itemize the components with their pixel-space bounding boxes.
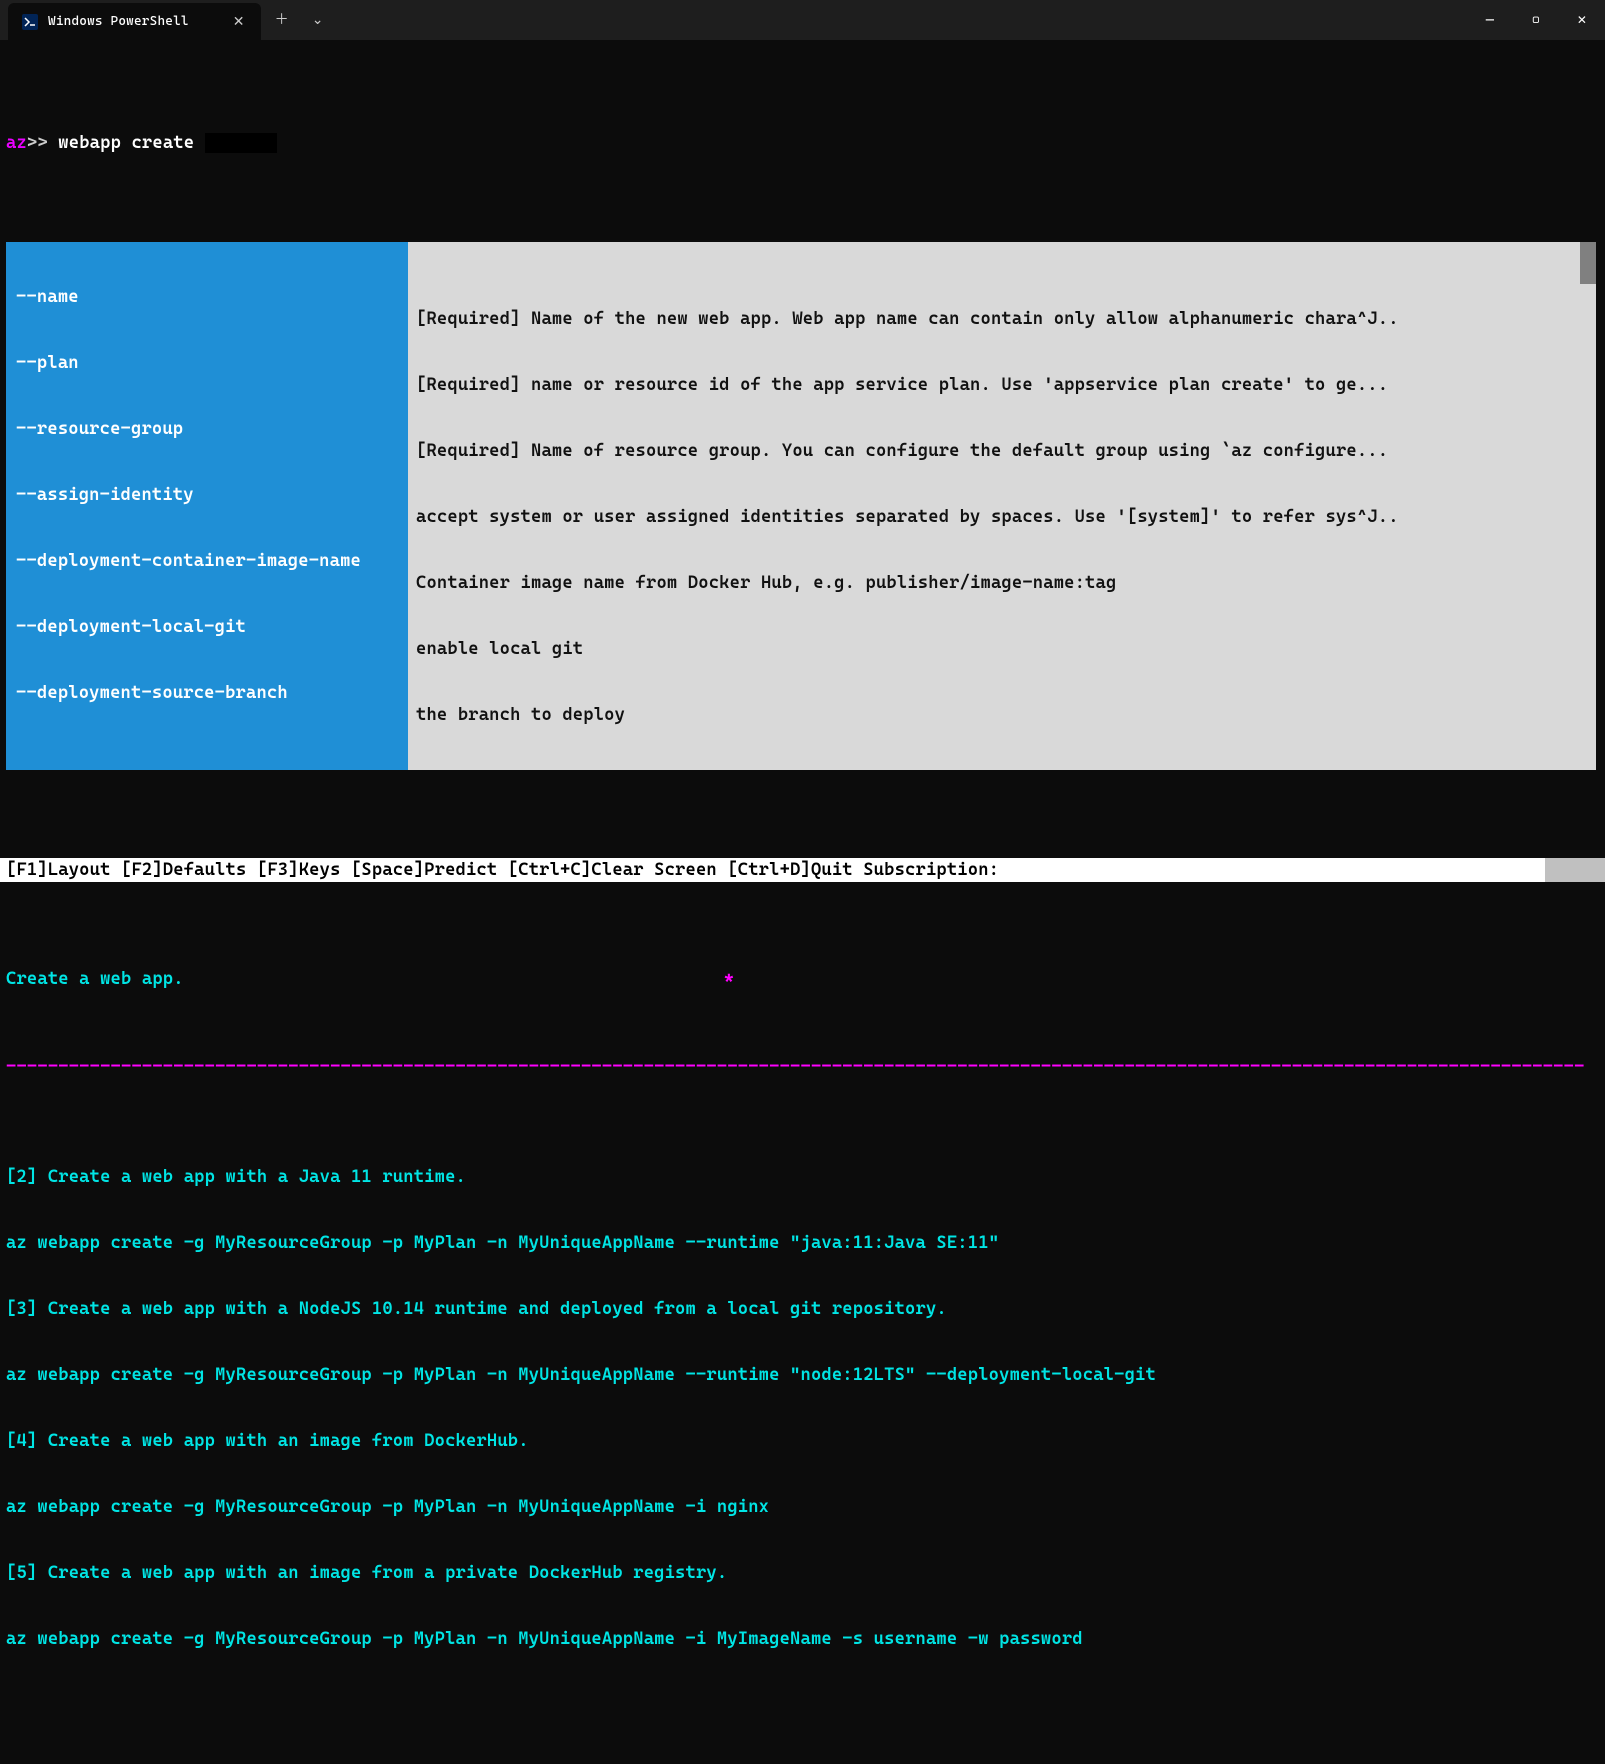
param-desc: enable local git: [416, 638, 1588, 660]
param-desc: the branch to deploy: [416, 704, 1588, 726]
tab-powershell[interactable]: Windows PowerShell ✕: [8, 3, 261, 41]
example-cmd: az webapp create -g MyResourceGroup -p M…: [6, 1232, 1599, 1254]
param-option[interactable]: --deployment-source-branch: [16, 682, 398, 704]
param-desc: accept system or user assigned identitie…: [416, 506, 1588, 528]
example-title: [4] Create a web app with an image from …: [6, 1430, 1599, 1452]
blank-line: [6, 1716, 1599, 1738]
param-option[interactable]: --plan: [16, 352, 398, 374]
summary-line: Create a web app. *: [6, 968, 1599, 990]
example-title: [3] Create a web app with a NodeJS 10.14…: [6, 1298, 1599, 1320]
param-desc: [Required] Name of resource group. You c…: [416, 440, 1588, 462]
titlebar: Windows PowerShell ✕ ＋ ⌄ ─ ▢ ✕: [0, 0, 1605, 40]
minimize-icon[interactable]: ─: [1467, 0, 1513, 40]
tab-dropdown-icon[interactable]: ⌄: [303, 5, 333, 35]
powershell-icon: [22, 14, 38, 30]
autocomplete-params[interactable]: --name --plan --resource-group --assign-…: [6, 242, 408, 770]
tab-title: Windows PowerShell: [48, 11, 189, 33]
example-title: [5] Create a web app with an image from …: [6, 1562, 1599, 1584]
summary-text: Create a web app.: [6, 969, 184, 989]
param-option[interactable]: --deployment-local-git: [16, 616, 398, 638]
prompt-line[interactable]: az>> webapp create: [6, 132, 1599, 154]
terminal[interactable]: az>> webapp create --name --plan --resou…: [0, 40, 1605, 1764]
divider: ----------------------------------------…: [6, 1056, 1599, 1078]
example-title: [2] Create a web app with a Java 11 runt…: [6, 1166, 1599, 1188]
bottom-scrollbar[interactable]: [1545, 858, 1605, 882]
new-tab-button[interactable]: ＋: [267, 5, 297, 35]
autocomplete-scrollbar[interactable]: [1580, 242, 1596, 284]
example-cmd: az webapp create -g MyResourceGroup -p M…: [6, 1364, 1599, 1386]
close-window-icon[interactable]: ✕: [1559, 0, 1605, 40]
param-desc: Container image name from Docker Hub, e.…: [416, 572, 1588, 594]
param-desc: [Required] Name of the new web app. Web …: [416, 308, 1588, 330]
prompt-prefix: az: [6, 133, 27, 153]
example-cmd: az webapp create -g MyResourceGroup -p M…: [6, 1496, 1599, 1518]
window-controls: ─ ▢ ✕: [1467, 0, 1605, 40]
param-option[interactable]: --deployment-container-image-name: [16, 550, 398, 572]
close-tab-icon[interactable]: ✕: [229, 12, 249, 32]
param-desc: [Required] name or resource id of the ap…: [416, 374, 1588, 396]
autocomplete-descs: [Required] Name of the new web app. Web …: [408, 242, 1596, 770]
param-option[interactable]: --name: [16, 286, 398, 308]
bottom-status-bar: [F1]Layout [F2]Defaults [F3]Keys [Space]…: [0, 858, 1605, 882]
maximize-icon[interactable]: ▢: [1513, 0, 1559, 40]
param-option[interactable]: --resource-group: [16, 418, 398, 440]
bottom-bar-text: [F1]Layout [F2]Defaults [F3]Keys [Space]…: [6, 860, 999, 880]
command-input[interactable]: webapp create: [58, 133, 204, 153]
asterisk-icon: *: [724, 969, 734, 989]
example-cmd: az webapp create -g MyResourceGroup -p M…: [6, 1628, 1599, 1650]
autocomplete-dropdown[interactable]: --name --plan --resource-group --assign-…: [6, 242, 1596, 770]
prompt-arrows: >>: [27, 133, 58, 153]
param-option[interactable]: --assign-identity: [16, 484, 398, 506]
cursor: [205, 133, 277, 153]
